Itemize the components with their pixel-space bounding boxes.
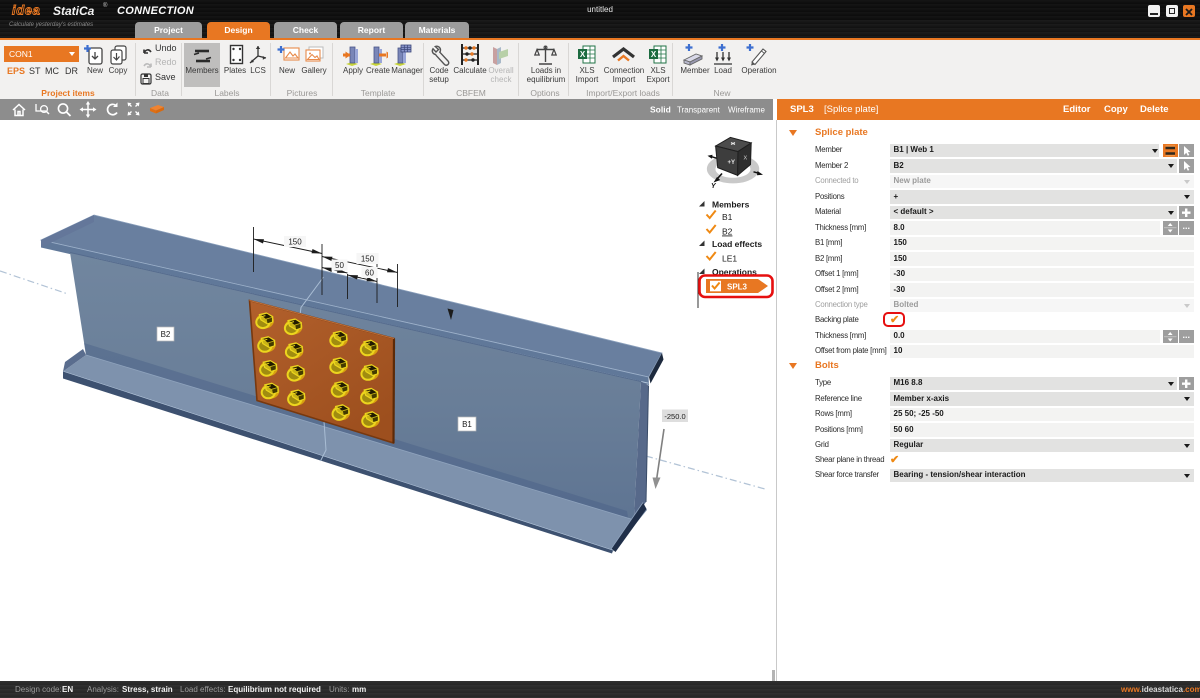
svg-text:Load effects: Load effects bbox=[712, 239, 762, 249]
svg-text:Solid: Solid bbox=[650, 105, 671, 115]
svg-text:X: X bbox=[651, 50, 657, 59]
svg-text:X: X bbox=[580, 50, 586, 59]
svg-text:150: 150 bbox=[361, 255, 375, 264]
svg-text:X: X bbox=[744, 156, 748, 162]
svg-text:B2: B2 bbox=[722, 227, 733, 237]
svg-text:Wireframe: Wireframe bbox=[728, 106, 765, 115]
svg-text:B1: B1 bbox=[462, 420, 472, 429]
svg-text:50: 50 bbox=[335, 261, 344, 270]
svg-text:SPL3: SPL3 bbox=[727, 283, 748, 292]
svg-text:-250.0: -250.0 bbox=[664, 412, 685, 421]
svg-text:60: 60 bbox=[365, 269, 374, 278]
svg-text:B2: B2 bbox=[161, 330, 171, 339]
svg-text:Members: Members bbox=[712, 200, 750, 210]
svg-text:Y: Y bbox=[711, 183, 717, 190]
svg-text:+Y: +Y bbox=[728, 160, 736, 166]
svg-text:idea: idea bbox=[12, 3, 40, 18]
svg-text:150: 150 bbox=[288, 238, 302, 247]
svg-text:LE1: LE1 bbox=[722, 254, 737, 264]
svg-text:B1: B1 bbox=[722, 212, 733, 222]
svg-text:Transparent: Transparent bbox=[677, 106, 721, 115]
